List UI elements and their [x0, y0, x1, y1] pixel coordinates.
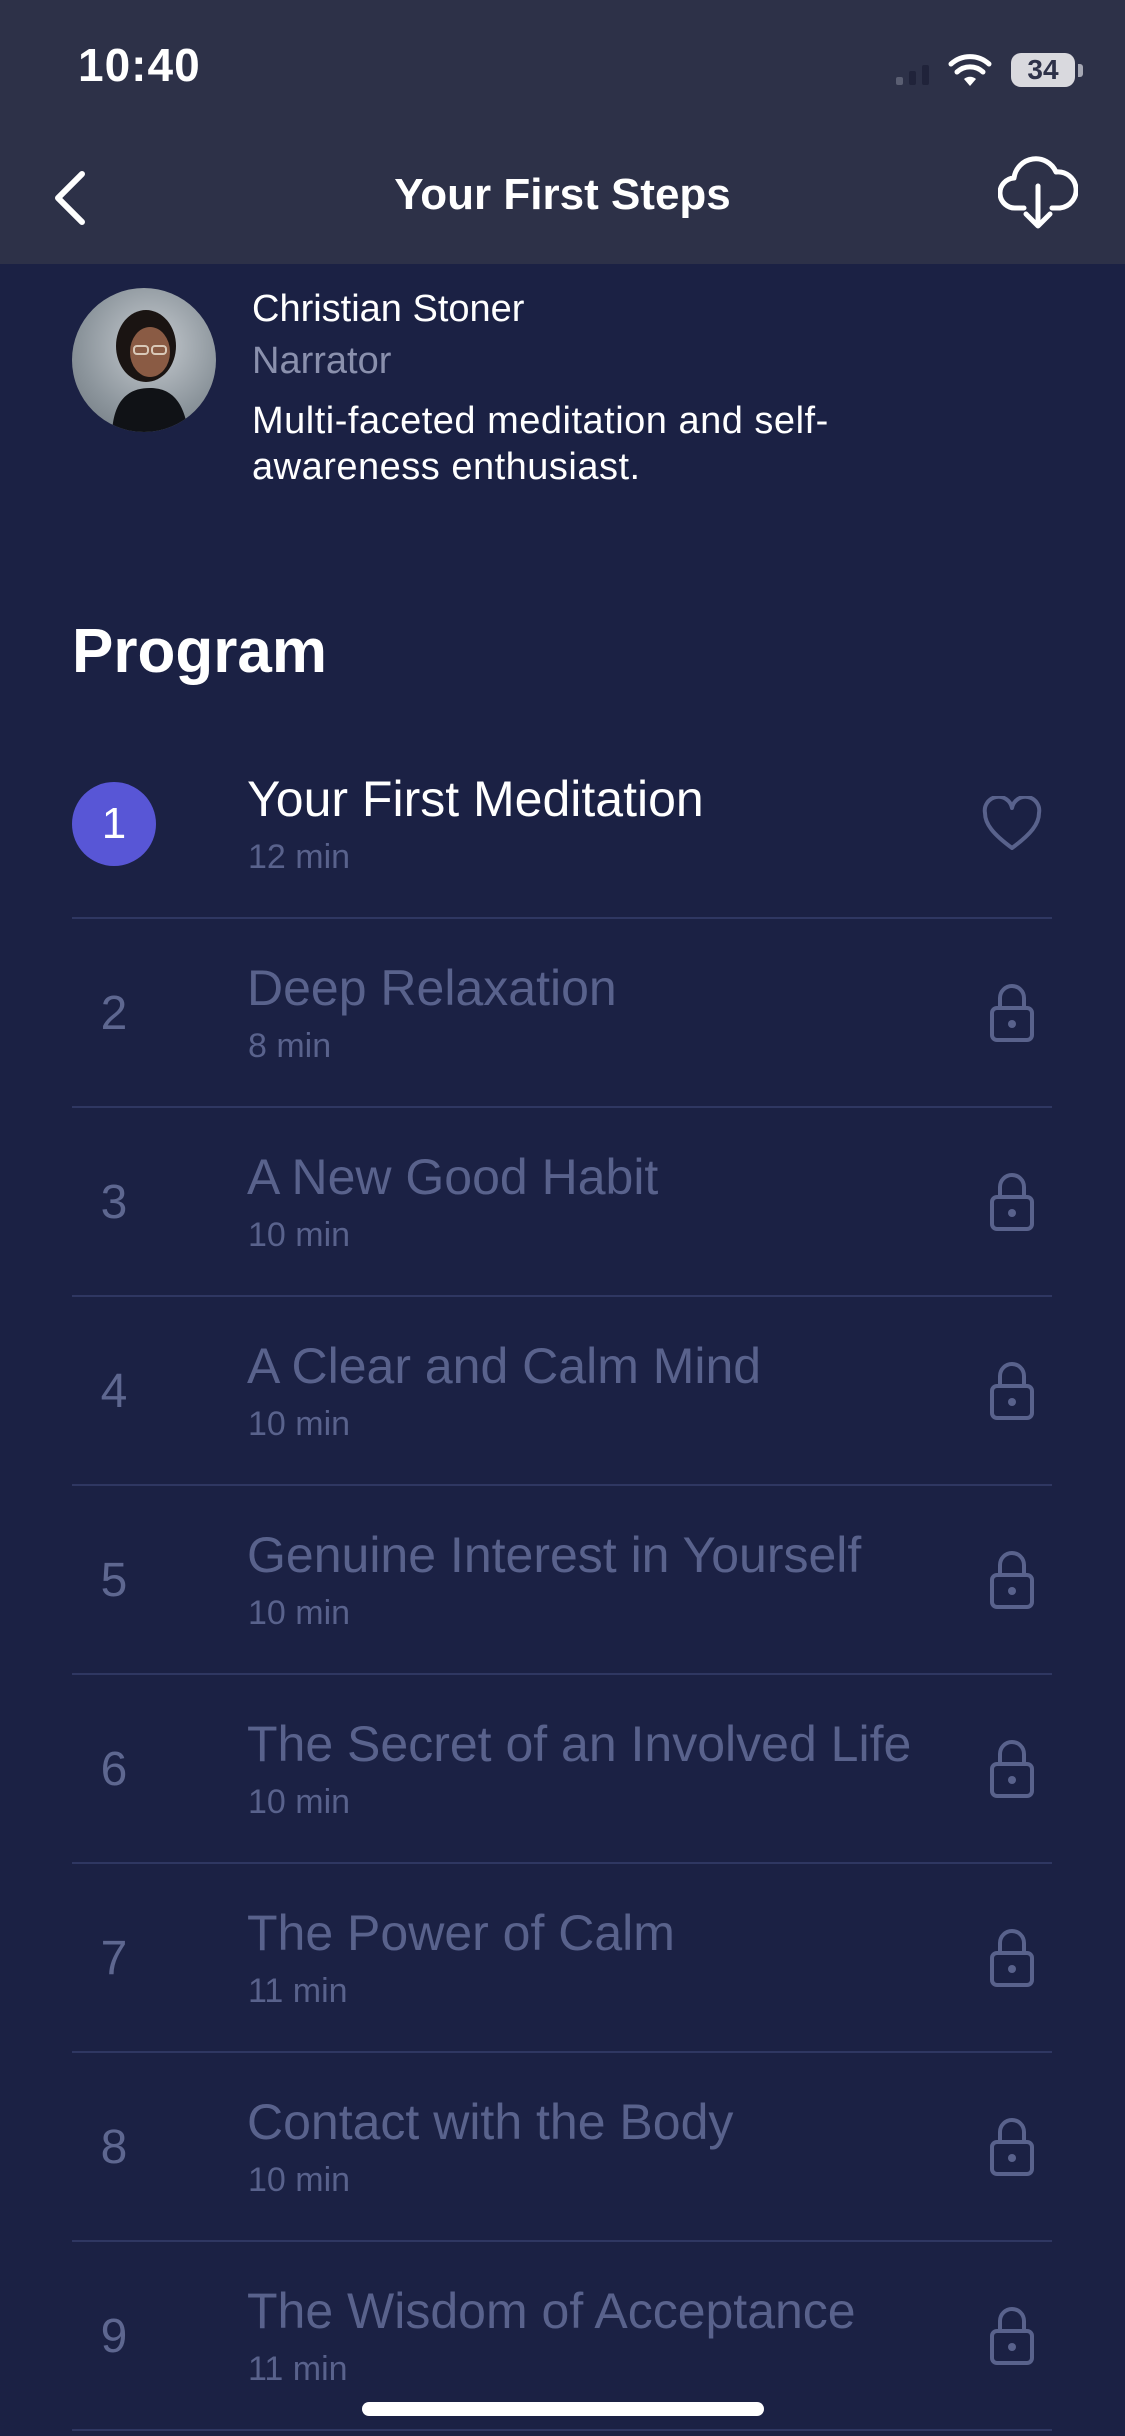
lock-icon [990, 1929, 1034, 1987]
session-title: Deep Relaxation [247, 960, 617, 1016]
program-row[interactable]: 2 Deep Relaxation 8 min [72, 919, 1052, 1108]
program-row[interactable]: 3 A New Good Habit 10 min [72, 1108, 1052, 1297]
session-title: A New Good Habit [247, 1149, 659, 1205]
session-number: 5 [100, 1553, 128, 1607]
screen: 10:40 34 Your First Steps Christian Ston… [0, 0, 1125, 2436]
lock-icon [990, 2118, 1034, 2176]
locked-indicator [976, 1166, 1048, 1238]
home-indicator [362, 2402, 764, 2416]
session-number: 1 [72, 782, 156, 866]
session-duration: 11 min [248, 2350, 348, 2388]
lock-icon [990, 1362, 1034, 1420]
cloud-download-icon [998, 156, 1078, 229]
download-button[interactable] [991, 152, 1085, 236]
program-row[interactable]: 7 The Power of Calm 11 min [72, 1864, 1052, 2053]
session-number: 3 [100, 1175, 128, 1229]
session-title: Contact with the Body [247, 2094, 734, 2150]
session-duration: 12 min [248, 838, 351, 876]
favorite-button[interactable] [976, 788, 1048, 860]
program-row[interactable]: 1 Your First Meditation 12 min [72, 730, 1052, 919]
status-icons: 34 [896, 48, 1083, 92]
session-title: The Secret of an Involved Life [247, 1716, 912, 1772]
person-silhouette-icon [112, 310, 188, 432]
battery-level: 34 [1011, 53, 1075, 87]
narrator-name: Christian Stoner [252, 288, 525, 330]
locked-indicator [976, 977, 1048, 1049]
session-duration: 10 min [248, 1216, 351, 1254]
lock-icon [990, 2307, 1034, 2365]
locked-indicator [976, 1355, 1048, 1427]
program-row[interactable]: 5 Genuine Interest in Yourself 10 min [72, 1486, 1052, 1675]
lock-icon [990, 984, 1034, 1042]
narrator-card: Christian Stoner Narrator Multi-faceted … [72, 288, 1065, 518]
session-duration: 10 min [248, 1594, 351, 1632]
session-title: A Clear and Calm Mind [247, 1338, 762, 1394]
narrator-avatar [72, 288, 216, 432]
session-duration: 10 min [248, 1783, 351, 1821]
program-list: 1 Your First Meditation 12 min 2 Deep Relaxa… [72, 730, 1052, 2431]
session-duration: 11 min [248, 1972, 348, 2010]
session-number: 6 [100, 1742, 128, 1796]
session-title: Your First Meditation [247, 771, 704, 827]
wifi-icon [948, 54, 992, 86]
session-duration: 8 min [248, 1027, 332, 1065]
locked-indicator [976, 1922, 1048, 1994]
lock-icon [990, 1173, 1034, 1231]
top-bar: 10:40 34 Your First Steps [0, 0, 1125, 264]
session-number: 8 [100, 2120, 128, 2174]
battery-icon: 34 [1011, 53, 1083, 87]
narrator-role: Narrator [252, 340, 392, 382]
session-number: 2 [100, 986, 128, 1040]
program-heading: Program [72, 617, 327, 686]
program-row[interactable]: 4 A Clear and Calm Mind 10 min [72, 1297, 1052, 1486]
session-title: The Power of Calm [247, 1905, 675, 1961]
locked-indicator [976, 1544, 1048, 1616]
session-duration: 10 min [248, 2161, 351, 2199]
session-title: The Wisdom of Acceptance [247, 2283, 856, 2339]
status-time: 10:40 [78, 39, 201, 91]
locked-indicator [976, 2300, 1048, 2372]
session-number: 7 [100, 1931, 128, 1985]
locked-indicator [976, 2111, 1048, 2183]
session-duration: 10 min [248, 1405, 351, 1443]
cellular-signal-icon [896, 55, 929, 85]
session-title: Genuine Interest in Yourself [247, 1527, 862, 1583]
heart-icon [982, 796, 1042, 850]
program-row[interactable]: 6 The Secret of an Involved Life 10 min [72, 1675, 1052, 1864]
program-row[interactable]: 8 Contact with the Body 10 min [72, 2053, 1052, 2242]
locked-indicator [976, 1733, 1048, 1805]
page-title: Your First Steps [394, 170, 731, 219]
narrator-bio: Multi-faceted meditation and self-awaren… [252, 400, 829, 488]
session-number: 9 [100, 2309, 128, 2363]
lock-icon [990, 1551, 1034, 1609]
lock-icon [990, 1740, 1034, 1798]
session-number: 4 [100, 1364, 128, 1418]
